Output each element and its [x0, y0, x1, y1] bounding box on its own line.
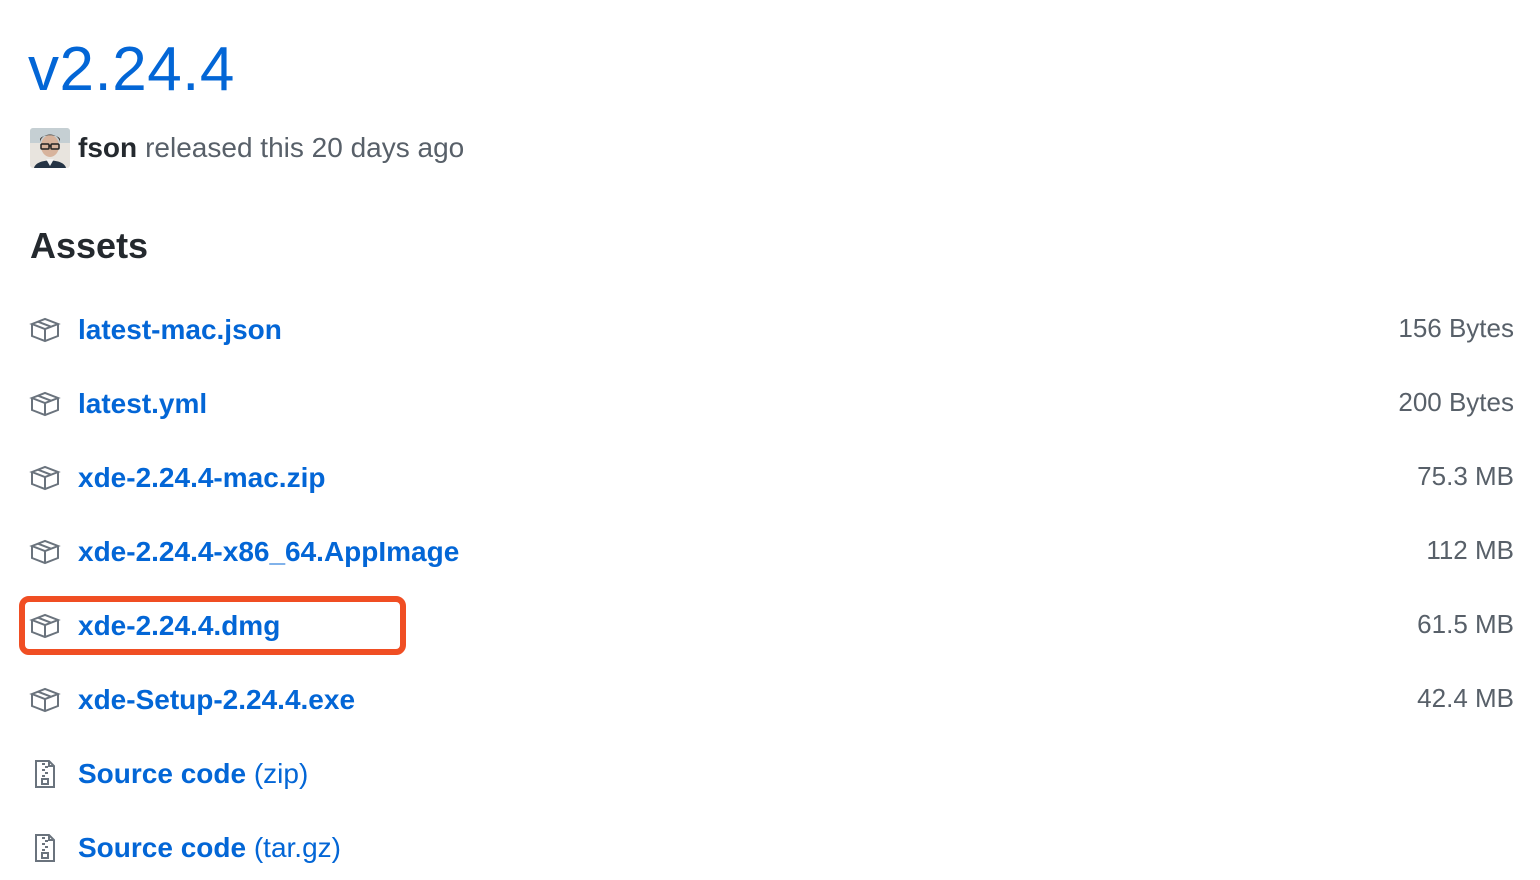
asset-download-link[interactable]: xde-2.24.4-mac.zip: [78, 461, 325, 495]
source-code-label: Source code: [78, 758, 247, 789]
source-link-group: Source code (zip): [28, 757, 308, 791]
asset-row: latest.yml 200 Bytes: [28, 379, 1514, 429]
asset-download-link[interactable]: xde-2.24.4.dmg: [78, 609, 280, 643]
asset-size: 61.5 MB: [1417, 608, 1514, 639]
asset-download-link[interactable]: xde-2.24.4-x86_64.AppImage: [78, 535, 459, 569]
source-code-tar-link[interactable]: Source code (tar.gz): [78, 831, 341, 865]
package-icon: [28, 609, 62, 643]
asset-size: 112 MB: [1426, 534, 1514, 565]
author-name-link[interactable]: fson: [78, 132, 137, 164]
package-icon: [28, 461, 62, 495]
release-page: v2.24.4 fson released this 20 days ago A…: [0, 0, 1540, 880]
asset-link-group: xde-2.24.4-x86_64.AppImage: [28, 535, 459, 569]
package-icon: [28, 313, 62, 347]
asset-row: latest-mac.json 156 Bytes: [28, 305, 1514, 355]
asset-size: 156 Bytes: [1398, 312, 1514, 343]
asset-link-group: latest-mac.json: [28, 313, 282, 347]
asset-row-highlighted: xde-2.24.4.dmg 61.5 MB: [28, 601, 1514, 651]
asset-size: 42.4 MB: [1417, 682, 1514, 713]
asset-link-group: latest.yml: [28, 387, 207, 421]
asset-row: xde-Setup-2.24.4.exe 42.4 MB: [28, 675, 1514, 725]
file-zip-icon: [28, 831, 62, 865]
author-avatar[interactable]: [30, 128, 70, 168]
package-icon: [28, 683, 62, 717]
asset-row: xde-2.24.4-x86_64.AppImage 112 MB: [28, 527, 1514, 577]
asset-row: xde-2.24.4-mac.zip 75.3 MB: [28, 453, 1514, 503]
release-byline: fson released this 20 days ago: [30, 127, 464, 169]
release-title-link[interactable]: v2.24.4: [28, 34, 235, 106]
source-code-format: (tar.gz): [253, 832, 341, 863]
package-icon: [28, 535, 62, 569]
asset-download-link[interactable]: xde-Setup-2.24.4.exe: [78, 683, 355, 717]
source-code-label: Source code: [78, 832, 247, 863]
asset-link-group: xde-Setup-2.24.4.exe: [28, 683, 355, 717]
asset-download-link[interactable]: latest.yml: [78, 387, 207, 421]
package-icon: [28, 387, 62, 421]
source-code-format: (zip): [253, 758, 309, 789]
source-code-zip-link[interactable]: Source code (zip): [78, 757, 308, 791]
source-link-group: Source code (tar.gz): [28, 831, 341, 865]
asset-link-group: xde-2.24.4-mac.zip: [28, 461, 325, 495]
file-zip-icon: [28, 757, 62, 791]
asset-size: 200 Bytes: [1398, 386, 1514, 417]
source-row: Source code (tar.gz): [28, 823, 1514, 873]
source-row: Source code (zip): [28, 749, 1514, 799]
assets-heading: Assets: [30, 225, 149, 266]
release-time-text: released this 20 days ago: [145, 132, 465, 163]
asset-size: 75.3 MB: [1417, 460, 1514, 491]
asset-download-link[interactable]: latest-mac.json: [78, 313, 282, 347]
asset-link-group: xde-2.24.4.dmg: [28, 609, 280, 643]
